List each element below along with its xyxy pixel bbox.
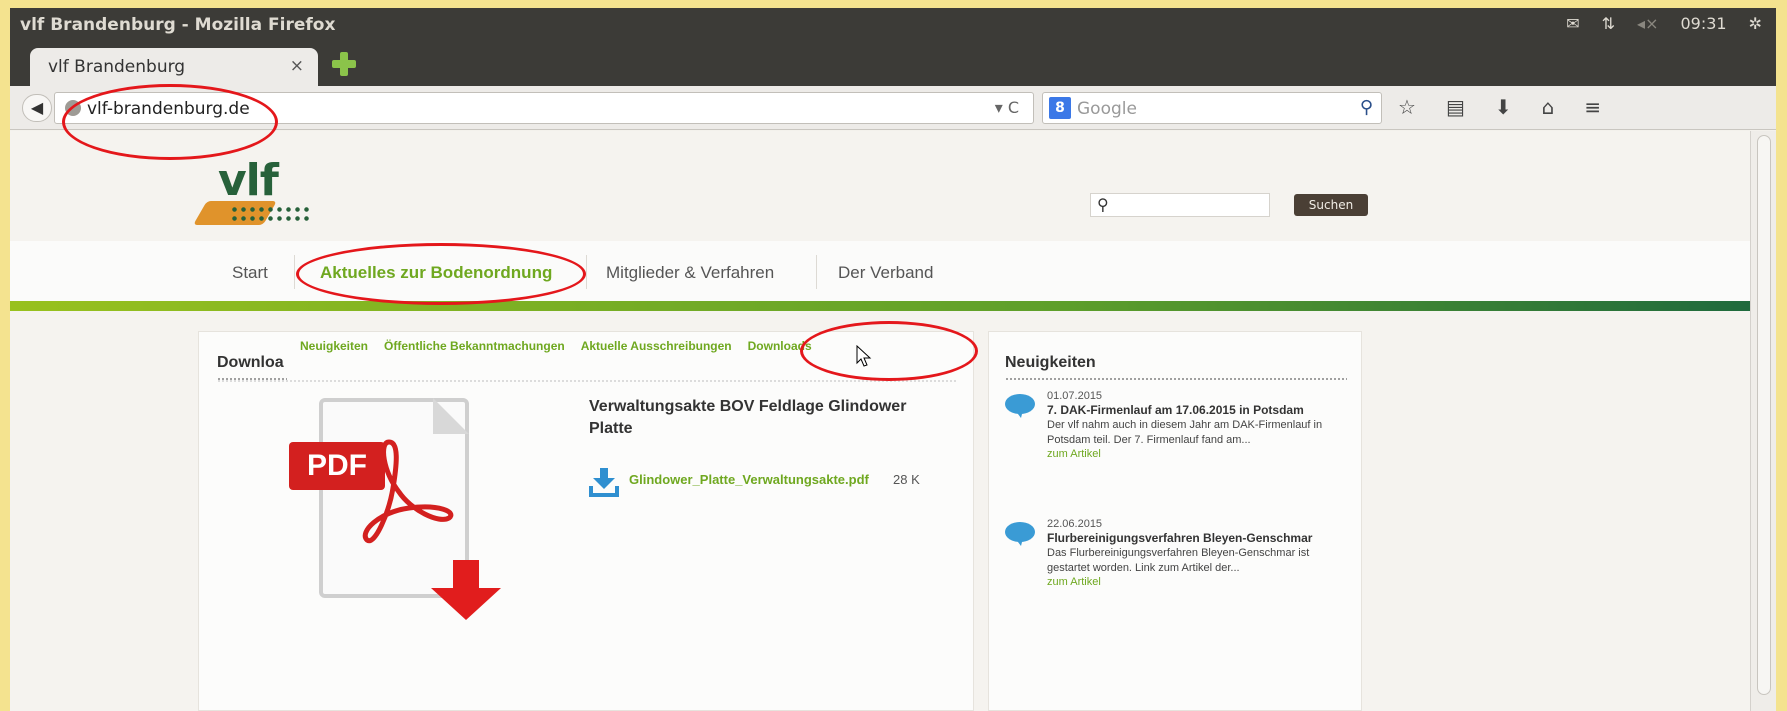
nav-item-start[interactable]: Start	[232, 263, 268, 283]
new-tab-plus-icon[interactable]	[332, 52, 356, 76]
speech-bubble-icon	[1005, 522, 1035, 546]
sub-navigation: Neuigkeiten Öffentliche Bekanntmachungen…	[300, 339, 812, 353]
file-size: 28 K	[893, 472, 920, 487]
section-divider	[217, 380, 957, 382]
downloads-heading: Downloa	[217, 354, 284, 371]
document-title: Verwaltungsakte BOV Feldlage Glindower P…	[589, 398, 907, 437]
clock[interactable]: 09:31	[1680, 14, 1726, 33]
news-heading-underline	[1005, 378, 1347, 380]
news-text: Der vlf nahm auch in diesem Jahr am DAK-…	[1047, 419, 1323, 446]
subnav-ausschreibungen[interactable]: Aktuelle Ausschreibungen	[581, 339, 732, 353]
main-navigation: Start Aktuelles zur Bodenordnung Mitglie…	[10, 241, 1750, 301]
news-title[interactable]: Flurbereinigungsverfahren Bleyen-Genschm…	[1047, 530, 1347, 546]
title-bar: vlf Brandenburg - Mozilla Firefox ✉ ⇅ ◂×…	[10, 8, 1776, 42]
home-icon[interactable]: ⌂	[1542, 95, 1555, 119]
browser-window: vlf Brandenburg - Mozilla Firefox ✉ ⇅ ◂×…	[10, 8, 1776, 711]
nav-item-verband[interactable]: Der Verband	[838, 263, 933, 283]
news-card: Neuigkeiten 01.07.2015 7. DAK-Firmenlauf…	[988, 331, 1362, 711]
annotation-circle-url	[62, 84, 278, 160]
window-title: vlf Brandenburg - Mozilla Firefox	[20, 15, 336, 35]
speech-bubble-icon	[1005, 394, 1035, 418]
network-icon[interactable]: ⇅	[1602, 14, 1615, 33]
tab-strip: vlf Brandenburg ×	[10, 42, 1776, 86]
close-icon[interactable]: ×	[290, 56, 304, 76]
scrollbar-thumb[interactable]	[1757, 135, 1771, 695]
nav-item-mitglieder[interactable]: Mitglieder & Verfahren	[606, 263, 774, 283]
news-link[interactable]: zum Artikel	[1047, 576, 1347, 588]
news-date: 22.06.2015	[1047, 518, 1103, 530]
search-icon[interactable]: ⚲	[1360, 97, 1373, 118]
news-heading: Neuigkeiten	[1005, 354, 1096, 371]
logo-text: vlf	[218, 155, 279, 206]
subnav-bekanntmachungen[interactable]: Öffentliche Bekanntmachungen	[384, 339, 565, 353]
tab-label: vlf Brandenburg	[48, 57, 186, 77]
news-link[interactable]: zum Artikel	[1047, 448, 1347, 460]
mail-icon[interactable]: ✉	[1566, 14, 1579, 33]
logo-dots	[230, 205, 310, 225]
back-arrow-icon[interactable]: ◀	[22, 94, 52, 122]
news-text: Das Flurbereinigungsverfahren Bleyen-Gen…	[1047, 547, 1310, 574]
gear-icon[interactable]: ✲	[1749, 14, 1762, 33]
toolbar-icons: ☆ ▤ ⬇ ⌂ ≡	[1398, 95, 1601, 119]
download-arrow-icon	[431, 560, 501, 620]
nav-divider	[816, 255, 817, 289]
search-engine-placeholder[interactable]: Google	[1077, 99, 1137, 119]
green-gradient-bar	[10, 301, 1750, 311]
volume-icon[interactable]: ◂×	[1637, 14, 1658, 33]
menu-icon[interactable]: ≡	[1584, 95, 1601, 119]
nav-divider	[586, 255, 587, 289]
nav-divider	[294, 255, 295, 289]
pdf-download-link[interactable]: Glindower_Platte_Verwaltungsakte.pdf	[629, 472, 869, 487]
download-arrow-icon[interactable]: ⬇	[1495, 95, 1512, 119]
downloads-card: Downloa PDF Verwaltungsakte BOV Feldlage…	[198, 331, 974, 711]
web-page: vlf ⚲ Suchen Start Aktuelles zur Bodenor…	[10, 131, 1750, 711]
reading-list-icon[interactable]: ▤	[1446, 95, 1465, 119]
pdf-badge: PDF	[289, 442, 385, 490]
site-search-input[interactable]: ⚲	[1090, 193, 1270, 217]
news-date: 01.07.2015	[1047, 390, 1103, 402]
google-icon[interactable]: 8	[1049, 97, 1071, 119]
search-icon: ⚲	[1097, 195, 1109, 214]
vertical-scrollbar[interactable]	[1750, 131, 1776, 711]
news-title[interactable]: 7. DAK-Firmenlauf am 17.06.2015 in Potsd…	[1047, 402, 1347, 418]
browser-search-box[interactable]: 8 Google ⚲	[1042, 92, 1382, 124]
system-tray: ✉ ⇅ ◂× 09:31 ✲	[1566, 14, 1762, 33]
bookmark-star-icon[interactable]: ☆	[1398, 95, 1416, 119]
page-fold	[433, 398, 469, 434]
subnav-neuigkeiten[interactable]: Neuigkeiten	[300, 339, 368, 353]
annotation-circle-nav	[296, 243, 586, 305]
file-download-icon[interactable]	[589, 466, 619, 498]
annotation-circle-downloads	[800, 321, 978, 381]
tab-vlf-brandenburg[interactable]: vlf Brandenburg ×	[30, 48, 318, 86]
reload-icon[interactable]: ▾ C	[995, 98, 1019, 117]
search-button[interactable]: Suchen	[1294, 194, 1368, 216]
vlf-logo[interactable]: vlf	[193, 155, 330, 231]
